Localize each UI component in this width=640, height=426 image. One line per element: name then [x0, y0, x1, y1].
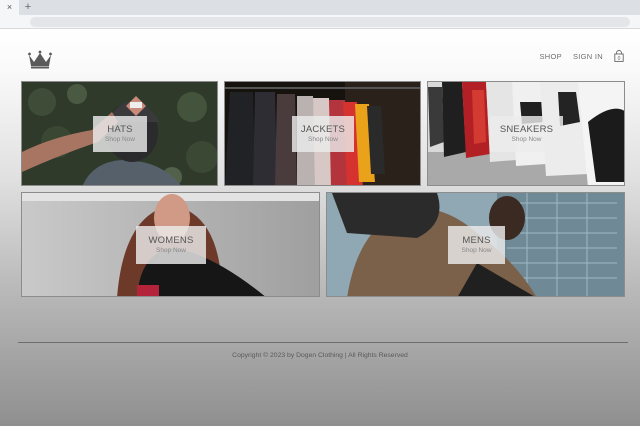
browser-tab-bar: × +	[0, 0, 640, 15]
category-tile-jackets[interactable]: JACKETS Shop Now	[224, 81, 421, 186]
jackets-shop-now[interactable]: Shop Now	[308, 136, 338, 144]
crown-logo-icon[interactable]	[28, 50, 52, 69]
womens-label[interactable]: WOMENS Shop Now	[136, 226, 206, 264]
footer-copyright: Copyright © 2023 by Dogen Clothing | All…	[232, 352, 408, 359]
sneakers-shop-now[interactable]: Shop Now	[512, 136, 542, 144]
mens-shop-now[interactable]: Shop Now	[462, 247, 492, 255]
sneakers-title: SNEAKERS	[499, 124, 554, 135]
nav-sign-in-link[interactable]: SIGN IN	[573, 52, 603, 61]
nav-shop-link[interactable]: SHOP	[540, 52, 562, 61]
hats-shop-now[interactable]: Shop Now	[105, 136, 135, 144]
category-tile-hats[interactable]: HATS Shop Now	[21, 81, 218, 186]
close-tab-icon[interactable]: ×	[7, 3, 12, 12]
sneakers-label[interactable]: SNEAKERS Shop Now	[490, 116, 563, 152]
womens-shop-now[interactable]: Shop Now	[156, 247, 186, 255]
jackets-title: JACKETS	[300, 124, 346, 135]
browser-toolbar	[0, 15, 640, 29]
main-nav: SHOP SIGN IN 0	[529, 49, 625, 63]
womens-title: WOMENS	[148, 235, 194, 246]
mens-label[interactable]: MENS Shop Now	[448, 226, 505, 264]
shopping-bag-icon[interactable]: 0	[614, 50, 624, 62]
hats-label[interactable]: HATS Shop Now	[93, 116, 147, 152]
browser-tab[interactable]: ×	[0, 0, 19, 15]
page: SHOP SIGN IN 0 HATS Shop Now JACKETS Sho…	[0, 29, 640, 426]
hats-title: HATS	[107, 124, 133, 135]
jackets-label[interactable]: JACKETS Shop Now	[292, 116, 354, 152]
footer-divider	[18, 342, 628, 343]
address-bar[interactable]	[30, 17, 630, 27]
category-tile-womens[interactable]: WOMENS Shop Now	[21, 192, 320, 297]
category-tile-mens[interactable]: MENS Shop Now	[326, 192, 625, 297]
new-tab-button[interactable]: +	[22, 1, 34, 14]
category-tile-sneakers[interactable]: SNEAKERS Shop Now	[427, 81, 625, 186]
mens-title: MENS	[462, 235, 491, 246]
cart-count: 0	[618, 56, 621, 62]
